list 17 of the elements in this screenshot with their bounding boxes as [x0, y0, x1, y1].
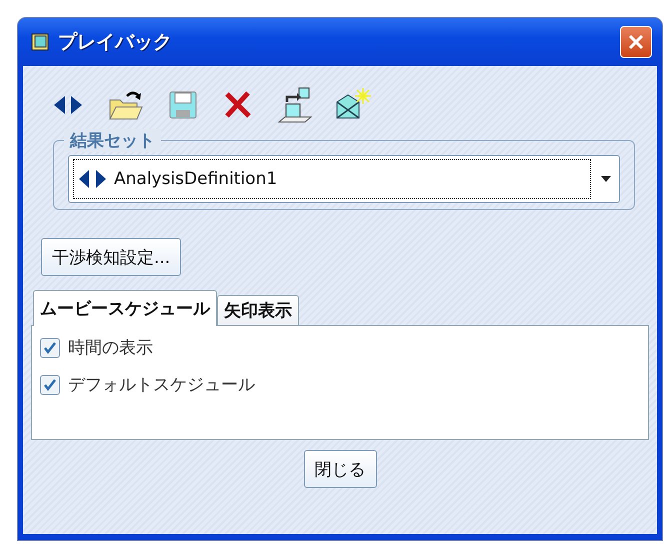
- cube-export-icon[interactable]: [277, 86, 313, 124]
- tab[interactable]: 矢印表示: [217, 295, 299, 325]
- result-set-dropdown[interactable]: AnalysisDefinition1: [68, 155, 620, 203]
- group-label: 結果セット: [64, 129, 161, 152]
- close-icon[interactable]: [620, 26, 652, 58]
- floppy-disk-icon[interactable]: [167, 89, 199, 121]
- checkbox[interactable]: [40, 374, 60, 394]
- checkbox-label: デフォルトスケジュール: [68, 374, 255, 396]
- tab[interactable]: ムービースケジュール: [33, 290, 217, 326]
- caret-icon: [599, 174, 613, 184]
- dropdown-value: AnalysisDefinition1: [114, 169, 278, 189]
- close-button[interactable]: 閉じる: [304, 450, 376, 488]
- interference-settings-button[interactable]: 干渉検知設定...: [41, 238, 182, 276]
- window-title: プレイバック: [58, 30, 173, 55]
- checkbox[interactable]: [40, 338, 60, 358]
- window-icon: [30, 32, 50, 52]
- checkbox-label: 時間の表示: [68, 337, 153, 359]
